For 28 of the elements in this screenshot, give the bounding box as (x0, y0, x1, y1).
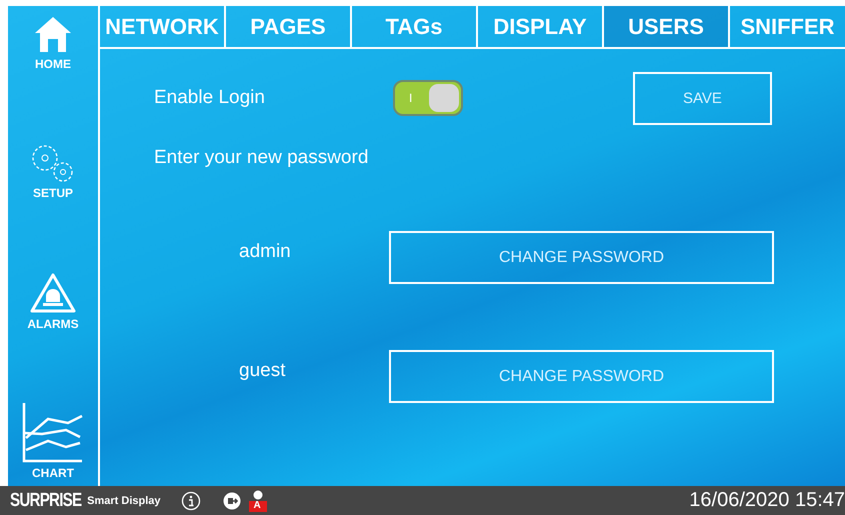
nav-item[interactable]: SETUP (8, 143, 98, 200)
alarm-light-icon (30, 272, 76, 314)
line-chart-icon (22, 403, 84, 463)
date-time: 16/06/2020 15:47 (689, 489, 845, 512)
product-name: Smart Display (87, 494, 161, 506)
toggle-switch[interactable]: I (392, 80, 463, 116)
tab[interactable]: USERS (604, 6, 730, 47)
tab[interactable]: NETWORK (100, 6, 226, 47)
nav-item[interactable]: HOME (8, 14, 98, 71)
info-icon[interactable] (180, 490, 201, 510)
username-label: guest (238, 360, 286, 382)
tab[interactable]: DISPLAY (478, 6, 604, 47)
change-password-button[interactable]: CHANGE PASSWORD (389, 231, 774, 284)
tab[interactable]: PAGES (226, 6, 352, 47)
nav-item[interactable]: ALARMS (8, 272, 98, 331)
house-icon (33, 14, 73, 54)
brand-logo: SURPRISE (10, 490, 82, 512)
enable-login-label: Enable Login (154, 87, 265, 109)
change-password-button[interactable]: CHANGE PASSWORD (389, 350, 774, 403)
user-icon[interactable] (246, 490, 269, 512)
tab[interactable]: SNIFFER (730, 6, 845, 47)
logout-icon[interactable] (222, 492, 241, 510)
user-letter: A (254, 500, 261, 510)
nav-item[interactable]: CHART (8, 403, 98, 480)
username-label: admin (238, 241, 292, 263)
tab[interactable]: TAGs (352, 6, 478, 47)
password-prompt: Enter your new password (154, 147, 370, 169)
save-button[interactable]: SAVE (632, 72, 772, 124)
